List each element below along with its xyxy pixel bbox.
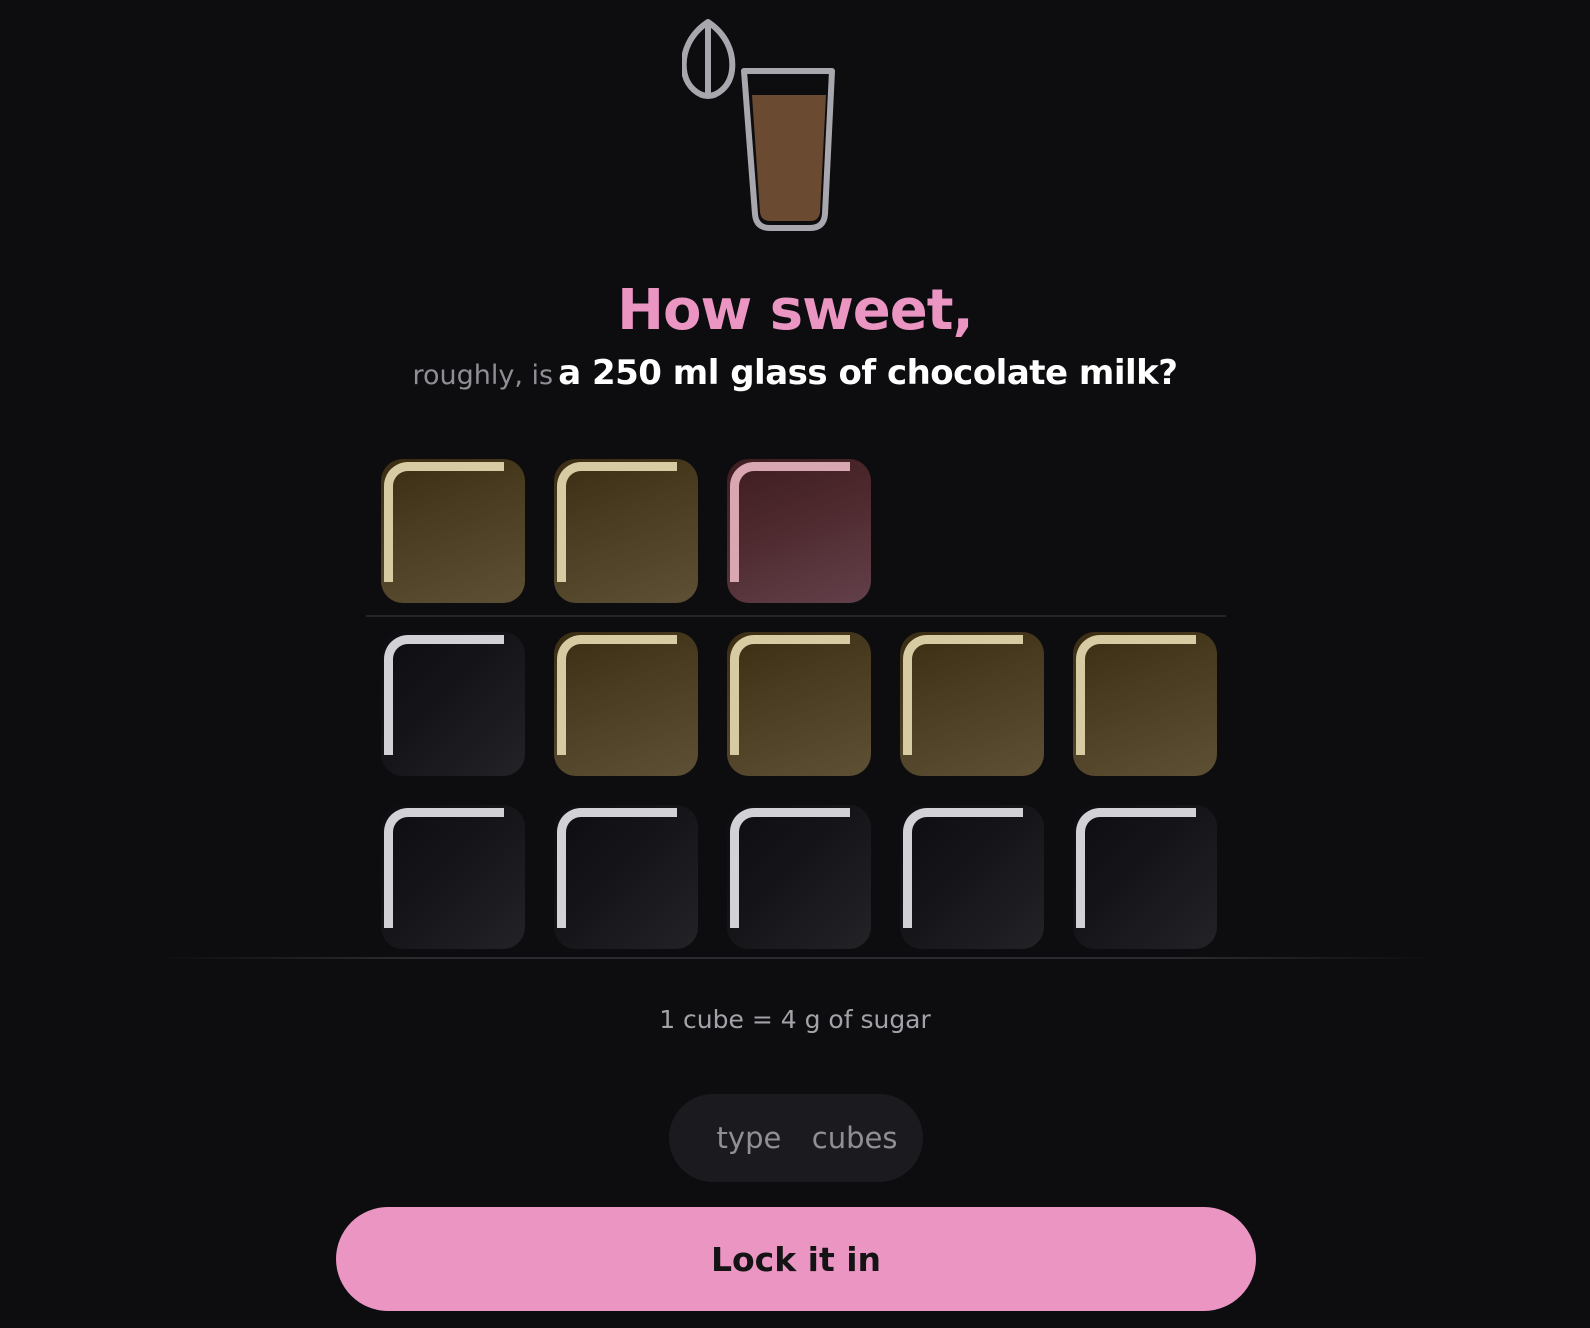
cube-highlight: [557, 462, 677, 582]
row-divider: [366, 615, 1226, 617]
question-text: roughly, is a 250 ml glass of chocolate …: [0, 350, 1590, 402]
sugar-cube-empty[interactable]: [381, 805, 525, 949]
cube-highlight: [730, 462, 850, 582]
sugar-cube-over[interactable]: [727, 459, 871, 603]
drink-illustration: [680, 18, 852, 232]
lock-it-in-button[interactable]: Lock it in: [336, 1207, 1256, 1311]
question-prefix: roughly, is: [412, 360, 554, 391]
cube-highlight: [903, 808, 1023, 928]
cube-highlight: [1076, 635, 1196, 755]
sugar-cube-empty[interactable]: [727, 805, 871, 949]
cube-highlight: [384, 462, 504, 582]
sugar-cube-empty[interactable]: [900, 805, 1044, 949]
question-main: a 250 ml glass of chocolate milk?: [558, 353, 1178, 393]
cube-legend: 1 cube = 4 g of sugar: [659, 1005, 931, 1034]
page-title: How sweet,: [617, 278, 974, 343]
cube-highlight: [557, 635, 677, 755]
sugar-cube-filled[interactable]: [900, 632, 1044, 776]
sugar-cube-empty[interactable]: [554, 805, 698, 949]
sugar-cube-filled[interactable]: [381, 459, 525, 603]
cube-highlight: [1076, 808, 1196, 928]
cube-highlight: [384, 635, 504, 755]
sugar-cube-filled[interactable]: [727, 632, 871, 776]
cube-highlight: [384, 808, 504, 928]
sugar-cube-empty[interactable]: [1073, 805, 1217, 949]
cube-highlight: [730, 635, 850, 755]
cube-highlight: [730, 808, 850, 928]
cube-highlight: [903, 635, 1023, 755]
sugar-cube-empty[interactable]: [381, 632, 525, 776]
cube-highlight: [557, 808, 677, 928]
sugar-cube-filled[interactable]: [554, 632, 698, 776]
section-divider: [150, 957, 1440, 959]
chocolate-milk-glass-icon: [680, 19, 835, 231]
cubes-input[interactable]: [669, 1094, 923, 1182]
sugar-cube-filled[interactable]: [1073, 632, 1217, 776]
sugar-cube-filled[interactable]: [554, 459, 698, 603]
leaf-icon: [680, 19, 736, 99]
